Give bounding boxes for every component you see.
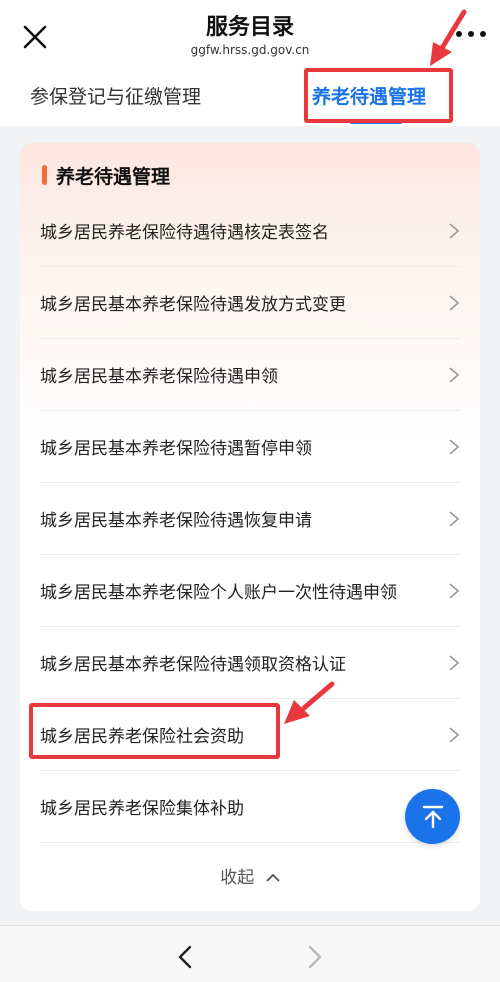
- chevron-right-icon: [449, 726, 460, 743]
- tab-pension-benefits[interactable]: 养老待遇管理: [312, 84, 426, 110]
- list-item[interactable]: 城乡居民基本养老保险待遇领取资格认证: [40, 627, 460, 699]
- list-item-label: 城乡居民基本养老保险待遇申领: [40, 367, 278, 387]
- collapse-button[interactable]: 收起: [20, 863, 480, 888]
- list-item-label: 城乡居民基本养老保险待遇暂停申领: [40, 439, 312, 459]
- back-to-top-icon: [422, 805, 443, 828]
- chevron-right-icon: [449, 222, 460, 239]
- list-item-label: 城乡居民基本养老保险个人账户一次性待遇申领: [40, 583, 397, 603]
- service-card: 养老待遇管理 城乡居民养老保险待遇待遇核定表签名 城乡居民基本养老保险待遇发放方…: [20, 143, 480, 911]
- active-tab-indicator: [350, 120, 402, 124]
- list-item[interactable]: 城乡居民基本养老保险待遇发放方式变更: [40, 267, 460, 339]
- list-item[interactable]: 城乡居民养老保险集体补助: [40, 771, 460, 843]
- tab-bar: 参保登记与征缴管理 养老待遇管理: [0, 68, 500, 126]
- nav-back-icon[interactable]: [175, 944, 195, 970]
- chevron-right-icon: [449, 654, 460, 671]
- annotation-arrow-icon: [284, 681, 335, 724]
- chevron-right-icon: [449, 294, 460, 311]
- nav-forward-icon[interactable]: [305, 944, 325, 970]
- list-item[interactable]: 城乡居民基本养老保险待遇恢复申请: [40, 483, 460, 555]
- list-item-label: 城乡居民基本养老保险待遇领取资格认证: [40, 655, 346, 675]
- section-accent-bar: [42, 165, 47, 185]
- tab-enrollment[interactable]: 参保登记与征缴管理: [30, 84, 201, 110]
- section-header: 养老待遇管理: [42, 162, 170, 188]
- list-item-label: 城乡居民养老保险社会资助: [40, 727, 244, 747]
- chevron-right-icon: [449, 510, 460, 527]
- annotation-arrow-icon: [430, 9, 467, 66]
- chevron-right-icon: [449, 366, 460, 383]
- list-item-label: 城乡居民养老保险待遇待遇核定表签名: [40, 223, 329, 243]
- list-item-label: 城乡居民养老保险集体补助: [40, 799, 244, 819]
- browser-toolbar: [0, 925, 500, 982]
- list-item-social-assistance[interactable]: 城乡居民养老保险社会资助: [40, 699, 460, 771]
- service-list: 城乡居民养老保险待遇待遇核定表签名 城乡居民基本养老保险待遇发放方式变更 城乡居…: [20, 195, 480, 843]
- list-item[interactable]: 城乡居民养老保险待遇待遇核定表签名: [40, 195, 460, 267]
- list-item[interactable]: 城乡居民基本养老保险待遇申领: [40, 339, 460, 411]
- list-item[interactable]: 城乡居民基本养老保险个人账户一次性待遇申领: [40, 555, 460, 627]
- list-item-label: 城乡居民基本养老保险待遇发放方式变更: [40, 295, 346, 315]
- section-title: 养老待遇管理: [56, 165, 171, 188]
- back-to-top-button[interactable]: [405, 789, 460, 844]
- chevron-right-icon: [449, 582, 460, 599]
- chevron-right-icon: [449, 438, 460, 455]
- list-item-label: 城乡居民基本养老保险待遇恢复申请: [40, 511, 312, 531]
- collapse-label: 收起: [220, 868, 255, 888]
- list-item[interactable]: 城乡居民基本养老保险待遇暂停申领: [40, 411, 460, 483]
- chevron-up-icon: [266, 873, 280, 882]
